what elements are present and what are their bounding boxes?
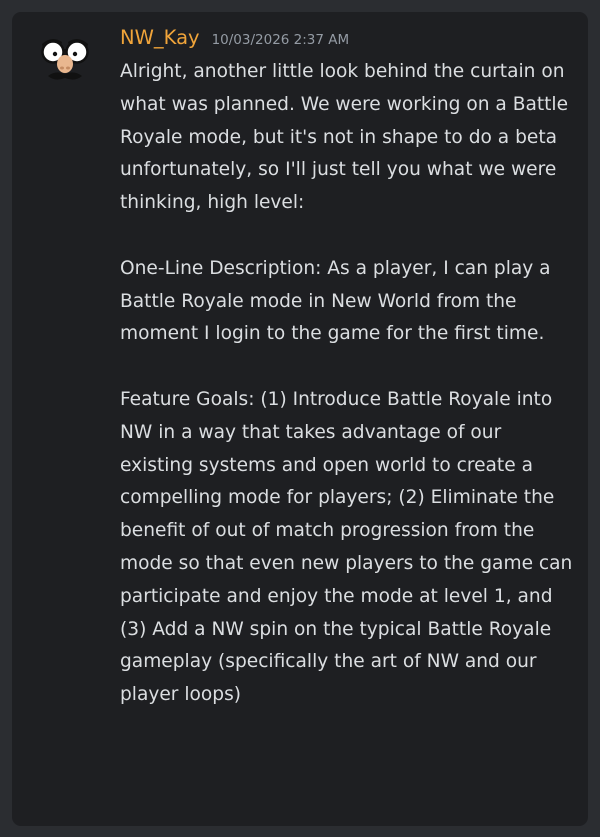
groucho-disguise-glasses-icon bbox=[41, 38, 89, 80]
message-paragraph: Alright, another little look behind the … bbox=[120, 61, 569, 214]
message-header: NW_Kay 10/03/2026 2:37 AM bbox=[120, 26, 349, 56]
message-content: Alright, another little look behind the … bbox=[120, 56, 574, 712]
message-paragraph: Feature Goals: (1) Introduce Battle Roya… bbox=[120, 388, 573, 706]
message-paragraph: One-Line Description: As a player, I can… bbox=[120, 257, 551, 345]
avatar[interactable] bbox=[38, 30, 92, 84]
message-timestamp[interactable]: 10/03/2026 2:37 AM bbox=[212, 32, 350, 48]
chat-message: NW_Kay 10/03/2026 2:37 AM Alright, anoth… bbox=[12, 12, 588, 826]
author-name[interactable]: NW_Kay bbox=[120, 26, 200, 49]
